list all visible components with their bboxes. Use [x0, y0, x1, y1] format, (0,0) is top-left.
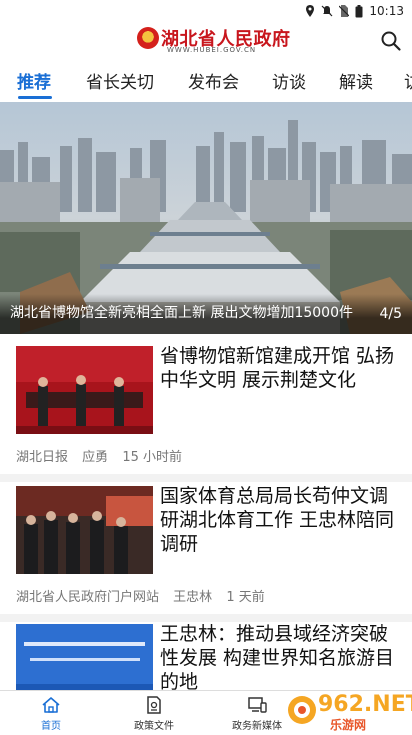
news-author: 王忠林	[173, 590, 213, 605]
headline-carousel[interactable]: 湖北省博物馆全新亮相全面上新 展出文物增加15000件 4/5	[0, 102, 412, 334]
news-title[interactable]: 王忠林：推动县域经济突破性发展 构建世界知名旅游目的地	[160, 622, 396, 690]
banner-caption[interactable]: 湖北省博物馆全新亮相全面上新 展出文物增加15000件	[10, 302, 360, 322]
tab-interpretation[interactable]: 解读	[339, 68, 373, 93]
tab-press-conference[interactable]: 发布会	[188, 68, 239, 93]
status-time: 10:13	[369, 4, 404, 18]
news-thumbnail	[16, 346, 153, 434]
active-tab-indicator	[18, 96, 52, 99]
home-icon	[42, 697, 60, 713]
document-icon	[147, 696, 161, 714]
watermark-brand: 962.NET	[318, 692, 412, 717]
status-icons: 10:13	[305, 3, 404, 19]
divider	[0, 474, 412, 482]
watermark-sub: 乐游网	[330, 718, 367, 732]
news-card[interactable]: 国家体育总局局长苟仲文调研湖北体育工作 王忠林陪同调研 湖北省人民政府门户网站 …	[0, 482, 412, 614]
divider	[0, 614, 412, 622]
devices-icon	[248, 697, 267, 713]
news-thumbnail	[16, 624, 153, 690]
logo-url: WWW.HUBEI.GOV.CN	[167, 46, 257, 54]
tab-recommended[interactable]: 推荐	[17, 68, 51, 93]
news-thumbnail	[16, 486, 153, 574]
carousel-counter: 4/5	[379, 306, 402, 322]
battery-icon	[355, 4, 363, 17]
news-time: 1 天前	[226, 590, 265, 605]
news-feed: 省博物馆新馆建成开馆 弘扬中华文明 展示荆楚文化 湖北日报 应勇 15 小时前 …	[0, 334, 412, 690]
tab-interview[interactable]: 访谈	[272, 68, 306, 93]
mute-icon	[321, 5, 333, 17]
tab-governor-concerns[interactable]: 省长关切	[86, 68, 154, 93]
no-sim-icon	[339, 5, 350, 17]
nav-home[interactable]: 首页	[11, 691, 91, 735]
location-icon	[306, 5, 315, 17]
search-icon[interactable]	[380, 30, 402, 52]
app-header: 湖北省人民政府 WWW.HUBEI.GOV.CN	[0, 22, 412, 60]
tab-next-partial[interactable]: 访	[404, 68, 412, 93]
news-meta: 湖北日报 应勇 15 小时前	[16, 446, 192, 465]
nav-policy-docs-label: 政策文件	[134, 721, 174, 732]
national-emblem-icon	[137, 27, 159, 49]
site-logo[interactable]: 湖北省人民政府 WWW.HUBEI.GOV.CN	[137, 25, 290, 57]
category-tabs: 推荐 省长关切 发布会 访谈 解读 访	[0, 60, 412, 102]
news-source: 湖北日报	[16, 450, 69, 465]
news-card[interactable]: 省博物馆新馆建成开馆 弘扬中华文明 展示荆楚文化 湖北日报 应勇 15 小时前	[0, 334, 412, 474]
news-author: 应勇	[82, 450, 109, 465]
watermark-logo-icon	[288, 696, 316, 724]
nav-home-label: 首页	[41, 721, 61, 732]
news-source: 湖北省人民政府门户网站	[16, 590, 160, 605]
site-watermark: 962.NET 乐游网	[278, 688, 412, 732]
news-time: 15 小时前	[122, 450, 182, 465]
status-bar: 10:13	[0, 0, 412, 22]
news-meta: 湖北省人民政府门户网站 王忠林 1 天前	[16, 586, 275, 605]
news-title[interactable]: 国家体育总局局长苟仲文调研湖北体育工作 王忠林陪同调研	[160, 484, 396, 556]
nav-policy-docs[interactable]: 政策文件	[114, 691, 194, 735]
news-title[interactable]: 省博物馆新馆建成开馆 弘扬中华文明 展示荆楚文化	[160, 344, 396, 392]
news-card[interactable]: 王忠林：推动县域经济突破性发展 构建世界知名旅游目的地	[0, 622, 412, 690]
